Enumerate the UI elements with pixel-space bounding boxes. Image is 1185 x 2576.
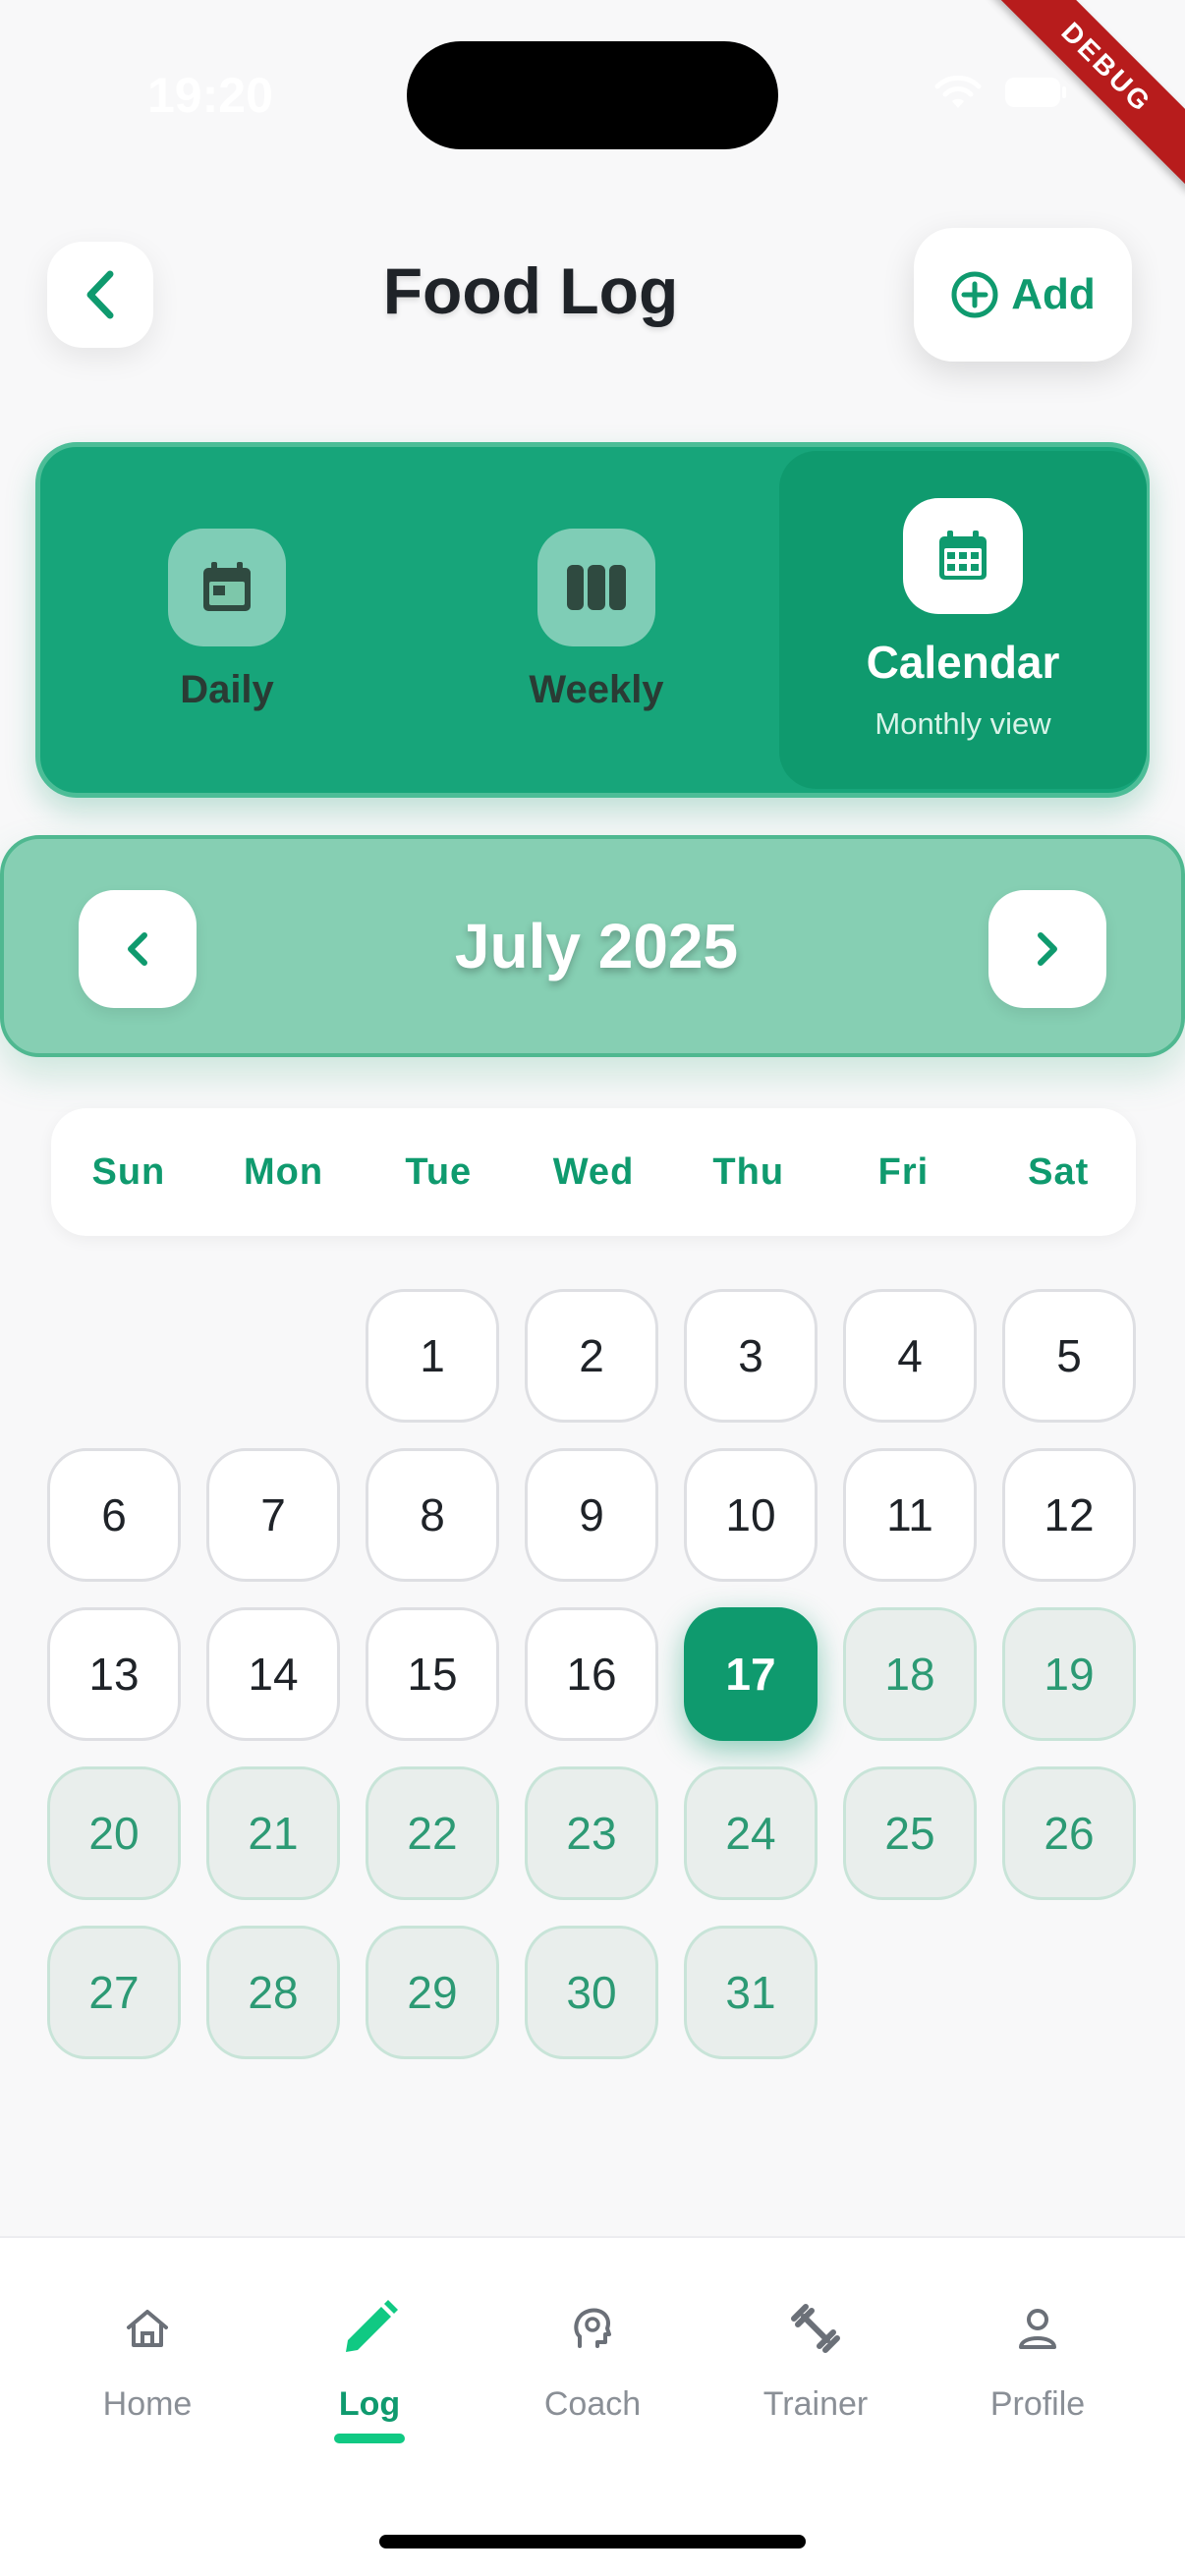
calendar-day[interactable]: 16	[525, 1607, 658, 1741]
calendar-day[interactable]: 31	[684, 1926, 818, 2059]
calendar-day[interactable]: 5	[1002, 1289, 1136, 1423]
plus-circle-icon	[951, 271, 998, 318]
pencil-icon	[338, 2293, 401, 2364]
battery-icon	[1005, 78, 1066, 107]
calendar-day[interactable]: 21	[206, 1766, 340, 1900]
view-label-calendar: Calendar	[866, 637, 1060, 688]
view-option-weekly[interactable]: Weekly	[414, 447, 779, 793]
view-label-weekly: Weekly	[529, 667, 664, 711]
calendar-day[interactable]: 26	[1002, 1766, 1136, 1900]
home-indicator	[379, 2535, 806, 2548]
calendar-day[interactable]: 27	[47, 1926, 181, 2059]
calendar-day[interactable]: 7	[206, 1448, 340, 1582]
view-label-daily: Daily	[180, 667, 274, 711]
calendar-day[interactable]: 20	[47, 1766, 181, 1900]
coach-icon	[568, 2293, 617, 2364]
nav-item-profile[interactable]: Profile	[930, 2293, 1146, 2424]
view-sub-calendar: Monthly view	[875, 706, 1051, 741]
weekday-tue: Tue	[405, 1151, 473, 1193]
month-nav: July 2025	[0, 835, 1185, 1057]
calendar-day[interactable]: 10	[684, 1448, 818, 1582]
calendar-day[interactable]: 3	[684, 1289, 818, 1423]
nav-item-trainer[interactable]: Trainer	[707, 2293, 924, 2424]
prev-month-button[interactable]	[79, 890, 197, 1008]
screen: 19:20 DEBUG Food Log Add Daily Weekly Ca…	[0, 0, 1185, 2576]
dumbbell-icon	[788, 2293, 843, 2364]
calendar-day[interactable]: 22	[366, 1766, 499, 1900]
calendar-day[interactable]: 28	[206, 1926, 340, 2059]
chevron-right-icon	[1038, 932, 1057, 966]
active-tab-indicator	[334, 2434, 405, 2443]
calendar-day[interactable]: 6	[47, 1448, 181, 1582]
add-button[interactable]: Add	[914, 228, 1132, 362]
calendar-day[interactable]: 29	[366, 1926, 499, 2059]
calendar-day[interactable]: 30	[525, 1926, 658, 2059]
calendar-day[interactable]: 9	[525, 1448, 658, 1582]
calendar-day[interactable]: 2	[525, 1289, 658, 1423]
nav-label-coach: Coach	[543, 2385, 642, 2423]
nav-label-profile: Profile	[989, 2385, 1086, 2423]
view-icon-box	[903, 498, 1023, 614]
calendar-day[interactable]: 25	[843, 1766, 977, 1900]
calendar-day[interactable]: 1	[366, 1289, 499, 1423]
next-month-button[interactable]	[988, 890, 1106, 1008]
nav-item-home[interactable]: Home	[39, 2293, 255, 2424]
add-button-label: Add	[1011, 270, 1096, 318]
weekday-header: Sun Mon Tue Wed Thu Fri Sat	[51, 1108, 1136, 1236]
nav-item-coach[interactable]: Coach	[484, 2293, 701, 2424]
back-button[interactable]	[47, 242, 153, 348]
nav-label-trainer: Trainer	[762, 2385, 869, 2423]
weekday-sat: Sat	[1028, 1151, 1090, 1193]
nav-label-log: Log	[338, 2385, 401, 2423]
calendar-day[interactable]: 14	[206, 1607, 340, 1741]
calendar-day-today[interactable]: 17	[684, 1607, 818, 1741]
calendar-day[interactable]: 15	[366, 1607, 499, 1741]
weekday-fri: Fri	[877, 1151, 930, 1193]
view-option-calendar[interactable]: Calendar Monthly view	[779, 451, 1147, 789]
weekday-wed: Wed	[552, 1151, 635, 1193]
calendar-day-icon	[203, 561, 251, 611]
calendar-day[interactable]: 12	[1002, 1448, 1136, 1582]
nav-item-log[interactable]: Log	[261, 2293, 478, 2443]
view-option-daily[interactable]: Daily	[40, 447, 414, 793]
bottom-nav: Home Log Coach Trainer Profile	[0, 2236, 1185, 2576]
view-icon-box	[168, 528, 286, 646]
calendar-day[interactable]: 11	[843, 1448, 977, 1582]
calendar-day[interactable]: 8	[366, 1448, 499, 1582]
weekday-sun: Sun	[91, 1151, 166, 1193]
view-week-icon	[567, 564, 626, 610]
calendar-day[interactable]: 19	[1002, 1607, 1136, 1741]
calendar-day[interactable]: 23	[525, 1766, 658, 1900]
home-icon	[123, 2293, 172, 2364]
weekday-mon: Mon	[244, 1151, 324, 1193]
chevron-left-icon	[86, 270, 114, 319]
nav-label-home: Home	[102, 2385, 193, 2423]
calendar-day[interactable]: 24	[684, 1766, 818, 1900]
status-time: 19:20	[147, 68, 273, 123]
wifi-icon	[934, 75, 982, 108]
person-icon	[1013, 2293, 1062, 2364]
page-title: Food Log	[382, 254, 679, 327]
dynamic-island	[407, 41, 778, 149]
weekday-thu: Thu	[712, 1151, 785, 1193]
view-icon-box	[537, 528, 655, 646]
view-selector: Daily Weekly Calendar Monthly view	[35, 442, 1150, 798]
calendar-day[interactable]: 13	[47, 1607, 181, 1741]
calendar-month-icon	[939, 531, 987, 580]
status-icons	[933, 75, 1067, 110]
month-title: July 2025	[454, 911, 739, 981]
calendar-day[interactable]: 4	[843, 1289, 977, 1423]
calendar-day[interactable]: 18	[843, 1607, 977, 1741]
chevron-left-icon	[128, 932, 147, 966]
